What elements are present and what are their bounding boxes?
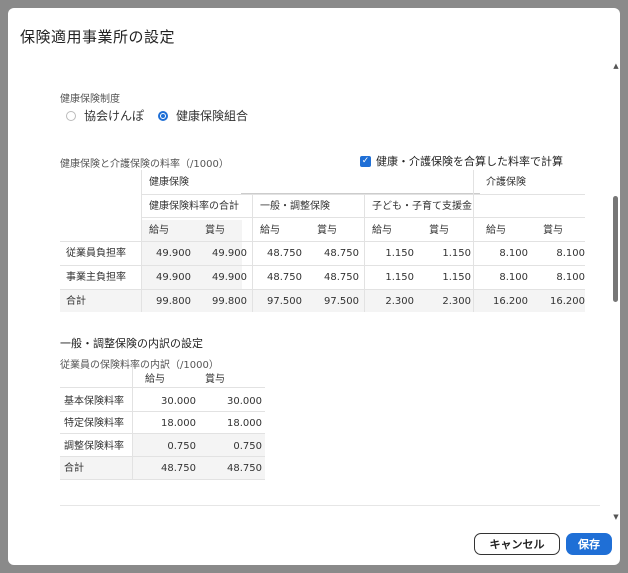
breakdown-label: 従業員の保険料率の内訳（/1000） [60, 360, 219, 371]
col-care-bonus: 賞与 [543, 225, 563, 236]
breakdown-divider [60, 479, 265, 480]
rates-divider [141, 217, 585, 218]
breakdown-col-salary: 給与 [145, 374, 165, 385]
rates-divider [252, 194, 253, 312]
rate-value-care-bonus: 8.100 [556, 248, 585, 259]
col-health-salary: 給与 [149, 225, 169, 236]
save-button[interactable]: 保存 [566, 533, 612, 555]
rate-value-health-salary: 49.900 [156, 272, 191, 283]
scrollbar[interactable]: ▲ ▼ [612, 60, 620, 525]
rate-value-child-bonus: 2.300 [442, 296, 471, 307]
rate-value-general-salary: 48.750 [267, 248, 302, 259]
settings-dialog: 保険適用事業所の設定 健康保険制度 協会けんぽ 健康保険組合 健康保険と介護保険… [8, 8, 620, 565]
rate-value-child-bonus: 1.150 [442, 248, 471, 259]
row-total-label: 合計 [66, 296, 86, 307]
dialog-scroll-area: 健康保険制度 協会けんぽ 健康保険組合 健康保険と介護保険の料率（/1000） … [8, 60, 608, 513]
rate-value-health-salary: 49.900 [156, 248, 191, 259]
rate-value-health-bonus: 99.800 [212, 296, 247, 307]
rate-value-child-salary: 1.150 [385, 248, 414, 259]
rate-value-general-bonus: 48.750 [324, 272, 359, 283]
rates-divider [241, 193, 480, 194]
rates-divider [60, 241, 585, 242]
dialog-title: 保険適用事業所の設定 [20, 28, 176, 46]
col-care-salary: 給与 [486, 225, 506, 236]
breakdown-row-label: 基本保険料率 [64, 396, 124, 407]
health-system-label: 健康保険制度 [60, 94, 120, 105]
breakdown-value-salary[interactable]: 30.000 [136, 396, 196, 408]
rates-label: 健康保険と介護保険の料率（/1000） [60, 159, 229, 170]
rate-value-general-bonus: 48.750 [324, 248, 359, 259]
rates-divider [141, 170, 142, 312]
breakdown-value-bonus[interactable]: 0.750 [202, 441, 262, 453]
breakdown-value-salary[interactable]: 0.750 [136, 441, 196, 453]
cancel-button[interactable]: キャンセル [474, 533, 560, 555]
scrollbar-thumb[interactable] [613, 196, 618, 302]
health-system-radio-group: 協会けんぽ 健康保険組合 [66, 107, 262, 124]
breakdown-divider [60, 456, 265, 457]
rate-value-care-bonus: 8.100 [556, 272, 585, 283]
rate-value-care-salary: 8.100 [499, 248, 528, 259]
rates-divider [141, 194, 585, 195]
header-health: 健康保険 [149, 177, 189, 188]
rate-value-care-bonus: 16.200 [550, 296, 585, 307]
rates-divider [364, 194, 365, 312]
radio-kyokai-kenpo-circle[interactable] [66, 110, 76, 121]
rates-divider [60, 265, 585, 266]
header-health-total: 健康保険料率の合計 [149, 201, 239, 212]
footer-divider [60, 505, 600, 506]
header-general: 一般・調整保険 [260, 201, 330, 212]
breakdown-value-bonus[interactable]: 48.750 [202, 463, 262, 475]
breakdown-row-label: 調整保険料率 [64, 441, 124, 452]
radio-kenpo-kumiai-circle[interactable] [158, 110, 169, 121]
breakdown-row-label: 合計 [64, 463, 84, 474]
col-child-bonus: 賞与 [429, 225, 449, 236]
rate-value-care-salary: 16.200 [493, 296, 528, 307]
radio-kenpo-kumiai-label: 健康保険組合 [176, 109, 249, 123]
rate-value-child-salary: 2.300 [385, 296, 414, 307]
breakdown-divider [132, 366, 133, 479]
checkbox-check-icon[interactable]: ✓ [360, 155, 371, 167]
breakdown-title: 一般・調整保険の内訳の設定 [60, 337, 203, 350]
rate-value-child-salary: 1.150 [385, 272, 414, 283]
rate-value-general-salary: 48.750 [267, 272, 302, 283]
breakdown-divider [60, 387, 265, 388]
rates-divider [473, 170, 474, 312]
combine-rates-checkbox[interactable]: ✓ 健康・介護保険を合算した料率で計算 [360, 153, 563, 169]
row-employee-label: 従業員負担率 [66, 248, 126, 259]
rate-value-health-bonus: 49.900 [212, 248, 247, 259]
breakdown-value-salary[interactable]: 18.000 [136, 418, 196, 430]
rate-value-child-bonus: 1.150 [442, 272, 471, 283]
radio-kyokai-kenpo-label: 協会けんぽ [84, 109, 145, 123]
col-child-salary: 給与 [372, 225, 392, 236]
rate-value-care-salary: 8.100 [499, 272, 528, 283]
rate-value-health-salary: 99.800 [156, 296, 191, 307]
radio-kenpo-kumiai[interactable]: 健康保険組合 [158, 107, 248, 124]
header-child: 子ども・子育て支援金 [372, 201, 472, 212]
breakdown-value-bonus[interactable]: 18.000 [202, 418, 262, 430]
col-health-bonus: 賞与 [205, 225, 225, 236]
scroll-down-icon[interactable]: ▼ [612, 513, 620, 521]
radio-kyokai-kenpo[interactable]: 協会けんぽ [66, 107, 144, 124]
header-care: 介護保険 [486, 177, 526, 188]
col-general-bonus: 賞与 [317, 225, 337, 236]
scroll-up-icon[interactable]: ▲ [612, 62, 620, 70]
row-employer-label: 事業主負担率 [66, 272, 126, 283]
rates-divider [60, 289, 585, 290]
col-general-salary: 給与 [260, 225, 280, 236]
breakdown-value-salary[interactable]: 48.750 [136, 463, 196, 475]
breakdown-divider [60, 433, 265, 434]
rate-value-general-bonus: 97.500 [324, 296, 359, 307]
breakdown-col-bonus: 賞与 [205, 374, 225, 385]
rate-value-health-bonus: 49.900 [212, 272, 247, 283]
rate-value-general-salary: 97.500 [267, 296, 302, 307]
breakdown-row-label: 特定保険料率 [64, 418, 124, 429]
breakdown-value-bonus[interactable]: 30.000 [202, 396, 262, 408]
combine-rates-label: 健康・介護保険を合算した料率で計算 [376, 155, 563, 168]
breakdown-divider [60, 411, 265, 412]
